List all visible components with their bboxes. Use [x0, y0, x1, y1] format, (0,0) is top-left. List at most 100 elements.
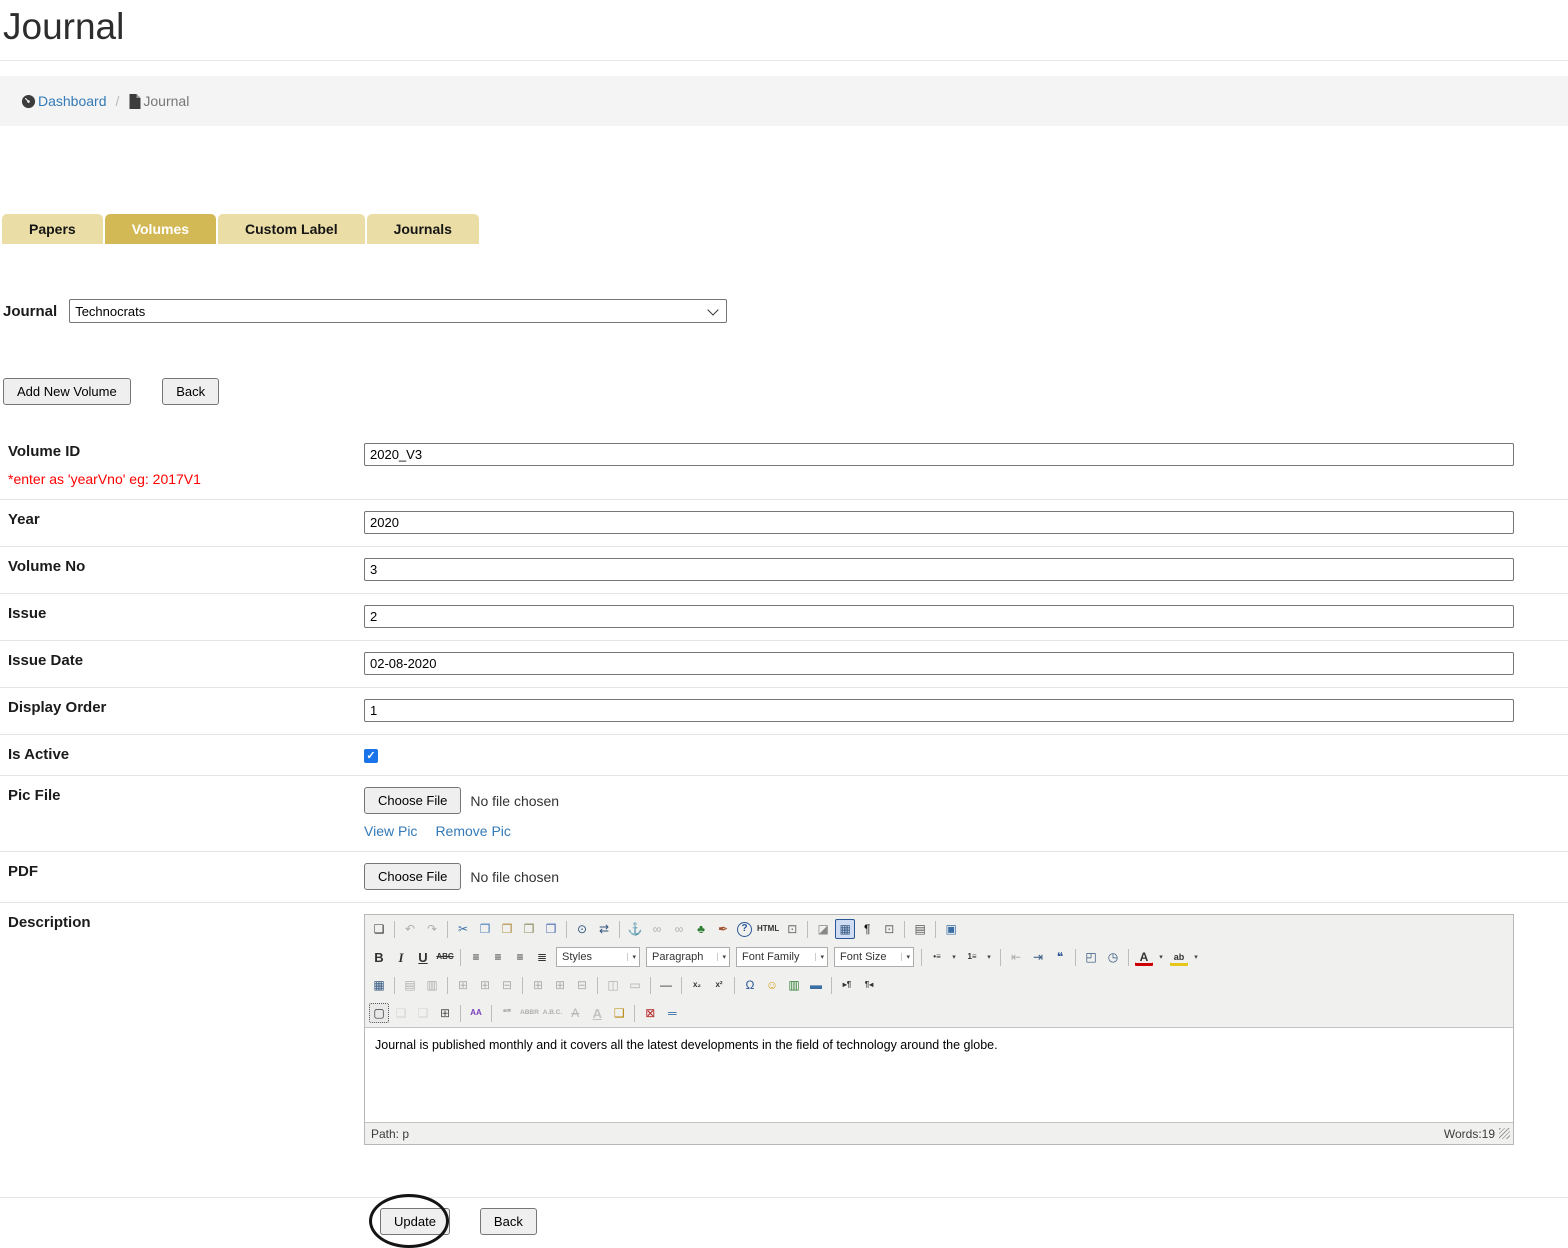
paste-as-text-icon[interactable]: ❒ [519, 919, 539, 939]
editor-path: Path: p [371, 1127, 409, 1141]
numbered-list-icon[interactable]: 1≡ [962, 947, 982, 967]
visual-table-borders-icon[interactable]: ▦ [835, 919, 855, 939]
display-order-input[interactable] [364, 699, 1514, 722]
tab-custom-label[interactable]: Custom Label [218, 214, 365, 244]
paragraph-dropdown[interactable]: Paragraph▾ [646, 947, 730, 967]
text-color-icon[interactable]: A [1134, 947, 1154, 967]
align-right-icon[interactable]: ≡ [510, 947, 530, 967]
anchor-icon[interactable]: ⚓ [625, 919, 645, 939]
journal-select[interactable]: Technocrats [69, 299, 727, 323]
underline-icon[interactable]: U [413, 947, 433, 967]
is-active-label: Is Active [0, 746, 364, 763]
issue-date-label: Issue Date [0, 652, 364, 675]
superscript-icon[interactable]: x² [709, 975, 729, 995]
bullet-list-icon[interactable]: •≡ [927, 947, 947, 967]
align-center-icon[interactable]: ≡ [488, 947, 508, 967]
attributes-icon[interactable]: ❑ [609, 1003, 629, 1023]
special-character-icon[interactable]: Ω [740, 975, 760, 995]
remove-format-icon[interactable]: ◪ [813, 919, 833, 939]
breadcrumb-dashboard-link[interactable]: Dashboard [21, 93, 107, 109]
bullet-list-arrow-icon[interactable]: ▾ [948, 947, 960, 967]
font-size-dropdown[interactable]: Font Size▾ [834, 947, 914, 967]
strikethrough-icon[interactable]: ABC [435, 947, 455, 967]
volume-id-input[interactable] [364, 443, 1514, 466]
issue-date-input[interactable] [364, 652, 1514, 675]
subscript-icon[interactable]: x₂ [687, 975, 707, 995]
volume-no-input[interactable] [364, 558, 1514, 581]
insert-table-icon[interactable]: ▦ [369, 975, 389, 995]
volume-id-label-block: Volume ID *enter as 'yearVno' eg: 2017V1 [0, 443, 364, 487]
tab-papers[interactable]: Papers [2, 214, 103, 244]
title-divider [0, 60, 1568, 61]
view-pic-link[interactable]: View Pic [364, 823, 417, 839]
preview-icon[interactable]: ⊡ [879, 919, 899, 939]
insert-date-icon[interactable]: ◰ [1081, 947, 1101, 967]
fullscreen-icon[interactable]: ▣ [941, 919, 961, 939]
blockquote-icon[interactable]: ❝ [1050, 947, 1070, 967]
bold-icon[interactable]: B [369, 947, 389, 967]
deletion-icon: A [565, 1003, 585, 1023]
pdf-choose-button[interactable]: Choose File [364, 863, 461, 890]
italic-icon[interactable]: I [391, 947, 411, 967]
pic-file-choose-button[interactable]: Choose File [364, 787, 461, 814]
align-justify-icon[interactable]: ≣ [532, 947, 552, 967]
back-button-bottom[interactable]: Back [480, 1208, 537, 1235]
horizontal-rule-icon[interactable]: — [656, 975, 676, 995]
copy-icon[interactable]: ❐ [475, 919, 495, 939]
find-icon[interactable]: ⊙ [572, 919, 592, 939]
styles-dropdown[interactable]: Styles▾ [556, 947, 640, 967]
image-icon[interactable]: ♣ [691, 919, 711, 939]
ltr-icon[interactable]: ▸¶ [837, 975, 857, 995]
indent-icon[interactable]: ⇥ [1028, 947, 1048, 967]
add-new-volume-button[interactable]: Add New Volume [3, 378, 131, 405]
emoticons-icon[interactable]: ☺ [762, 975, 782, 995]
update-button[interactable]: Update [380, 1208, 450, 1235]
issue-input[interactable] [364, 605, 1514, 628]
print-icon[interactable]: ▤ [910, 919, 930, 939]
help-icon[interactable]: ? [737, 922, 752, 937]
toolbar-separator [681, 977, 682, 994]
align-left-icon[interactable]: ≡ [466, 947, 486, 967]
form-row-is-active: Is Active ✓ [0, 735, 1568, 776]
paste-from-word-icon[interactable]: ❒ [541, 919, 561, 939]
find-replace-icon[interactable]: ⇄ [594, 919, 614, 939]
back-button-top[interactable]: Back [162, 378, 219, 405]
html-source-icon[interactable]: HTML [756, 919, 780, 939]
form-row-year: Year [0, 500, 1568, 547]
insert-layer-icon[interactable]: ⊞ [435, 1003, 455, 1023]
remove-pic-link[interactable]: Remove Pic [435, 823, 510, 839]
volume-id-note: *enter as 'yearVno' eg: 2017V1 [8, 471, 364, 487]
numbered-list-arrow-icon[interactable]: ▾ [983, 947, 995, 967]
cleanup-icon[interactable]: ✒ [713, 919, 733, 939]
cut-icon[interactable]: ✂ [453, 919, 473, 939]
paste-icon[interactable]: ❒ [497, 919, 517, 939]
new-document-icon[interactable]: ❏ [369, 919, 389, 939]
font-family-dropdown[interactable]: Font Family▾ [736, 947, 828, 967]
page-break-icon[interactable]: ═ [662, 1003, 682, 1023]
rtl-icon[interactable]: ¶◂ [859, 975, 879, 995]
breadcrumb-current-label: Journal [143, 93, 189, 109]
toolbar-separator [831, 977, 832, 994]
tab-volumes[interactable]: Volumes [105, 214, 216, 244]
toolbar-separator [634, 1005, 635, 1022]
move-backward-icon: ❏ [391, 1003, 411, 1023]
toggle-guidelines-icon[interactable]: ▢ [369, 1003, 389, 1023]
resize-grip-icon[interactable] [1499, 1128, 1510, 1139]
display-order-label: Display Order [0, 699, 364, 722]
fullpage-icon[interactable]: ⊡ [782, 919, 802, 939]
nonbreaking-space-icon[interactable]: ⊠ [640, 1003, 660, 1023]
text-color-arrow-icon[interactable]: ▾ [1155, 947, 1167, 967]
insert-time-icon[interactable]: ◷ [1103, 947, 1123, 967]
toolbar-separator [807, 921, 808, 938]
editor-content[interactable]: Journal is published monthly and it cove… [365, 1027, 1513, 1122]
show-invisible-chars-icon[interactable]: ¶ [857, 919, 877, 939]
advanced-hr-icon[interactable]: ▬ [806, 975, 826, 995]
edit-css-style-icon[interactable]: AA [466, 1003, 486, 1023]
highlight-color-icon[interactable]: ab [1169, 947, 1189, 967]
highlight-color-arrow-icon[interactable]: ▾ [1190, 947, 1202, 967]
tab-journals[interactable]: Journals [367, 214, 479, 244]
year-input[interactable] [364, 511, 1514, 534]
insert-media-icon[interactable]: ▥ [784, 975, 804, 995]
form-row-issue-date: Issue Date [0, 641, 1568, 688]
is-active-checkbox[interactable]: ✓ [364, 749, 378, 763]
